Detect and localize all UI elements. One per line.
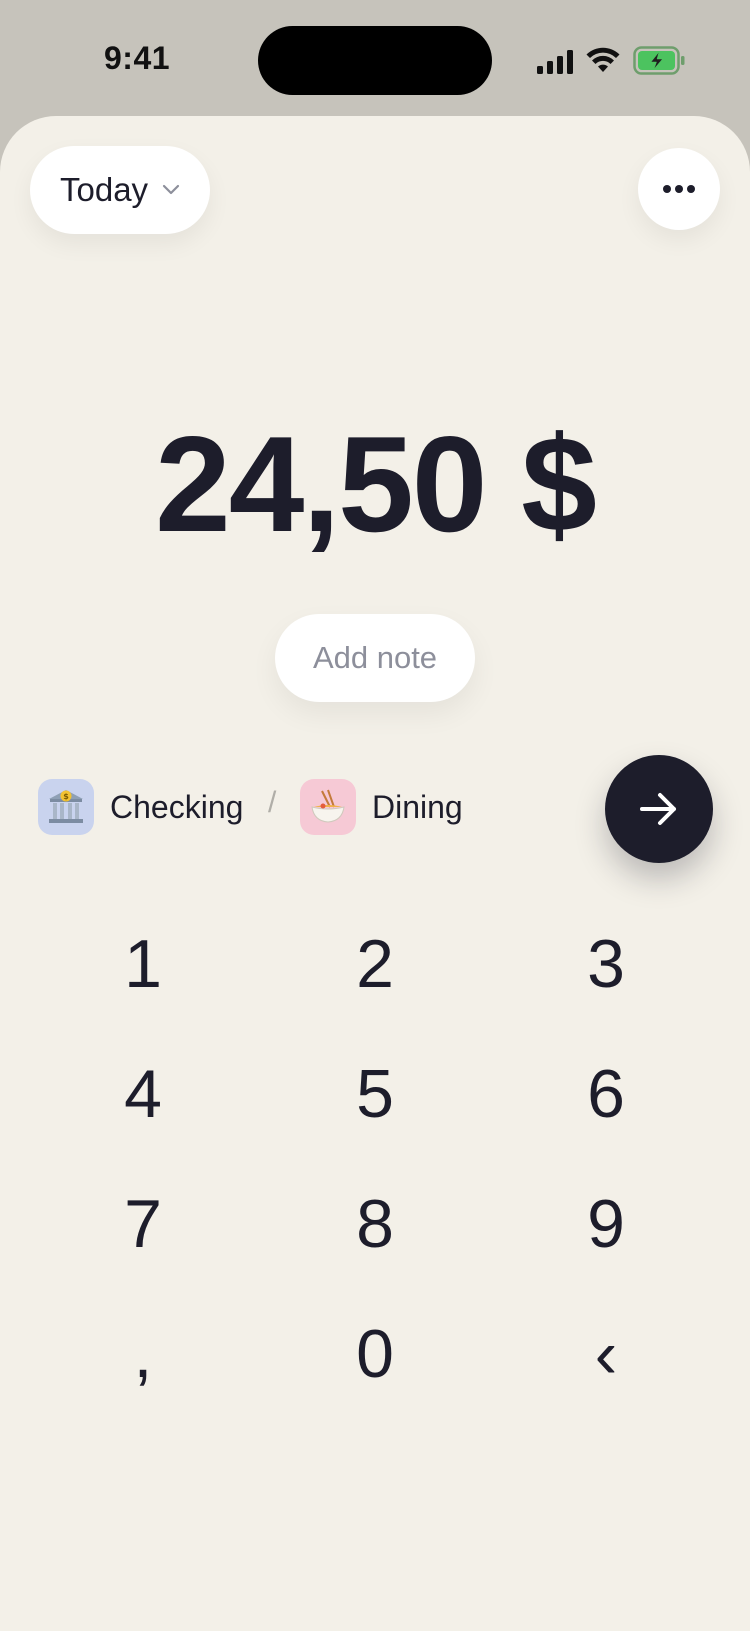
amount-currency: $ bbox=[521, 408, 597, 560]
key-7[interactable]: 7 bbox=[43, 1169, 243, 1279]
backspace-key[interactable]: ‹ bbox=[506, 1299, 706, 1409]
account-label: Checking bbox=[110, 788, 244, 825]
tag-separator: / bbox=[268, 786, 277, 819]
status-time: 9:41 bbox=[104, 40, 171, 76]
dynamic-island bbox=[258, 26, 492, 95]
key-5[interactable]: 5 bbox=[275, 1039, 475, 1149]
arrow-right-icon bbox=[640, 793, 676, 825]
chevron-down-icon bbox=[162, 184, 180, 195]
wifi-icon bbox=[586, 47, 620, 72]
date-picker-button[interactable]: Today bbox=[30, 146, 210, 234]
submit-button[interactable] bbox=[605, 755, 713, 863]
transaction-sheet: Today 24,50 $ Add note $ Checking / Dini… bbox=[0, 116, 750, 1631]
key-6[interactable]: 6 bbox=[506, 1039, 706, 1149]
noodle-bowl-icon bbox=[300, 779, 356, 835]
key-4[interactable]: 4 bbox=[43, 1039, 243, 1149]
more-dots-icon bbox=[663, 185, 695, 193]
cellular-signal-icon bbox=[537, 50, 573, 74]
svg-text:$: $ bbox=[63, 792, 69, 801]
amount-value: 24,50 bbox=[155, 408, 487, 560]
category-label: Dining bbox=[372, 788, 463, 825]
key-9[interactable]: 9 bbox=[506, 1169, 706, 1279]
category-selector[interactable]: Dining bbox=[300, 779, 463, 835]
battery-charging-icon bbox=[633, 46, 685, 75]
date-label: Today bbox=[60, 171, 149, 208]
key-8[interactable]: 8 bbox=[275, 1169, 475, 1279]
account-selector[interactable]: $ Checking bbox=[38, 779, 243, 835]
amount-display: 24,50 $ bbox=[0, 406, 750, 562]
key-3[interactable]: 3 bbox=[506, 909, 706, 1019]
status-bar: 9:41 bbox=[0, 0, 750, 116]
key-0[interactable]: 0 bbox=[275, 1299, 475, 1409]
key-2[interactable]: 2 bbox=[275, 909, 475, 1019]
add-note-button[interactable]: Add note bbox=[275, 614, 475, 702]
bank-icon: $ bbox=[38, 779, 94, 835]
key-1[interactable]: 1 bbox=[43, 909, 243, 1019]
more-options-button[interactable] bbox=[638, 148, 720, 230]
key-decimal-comma[interactable]: , bbox=[43, 1299, 243, 1409]
